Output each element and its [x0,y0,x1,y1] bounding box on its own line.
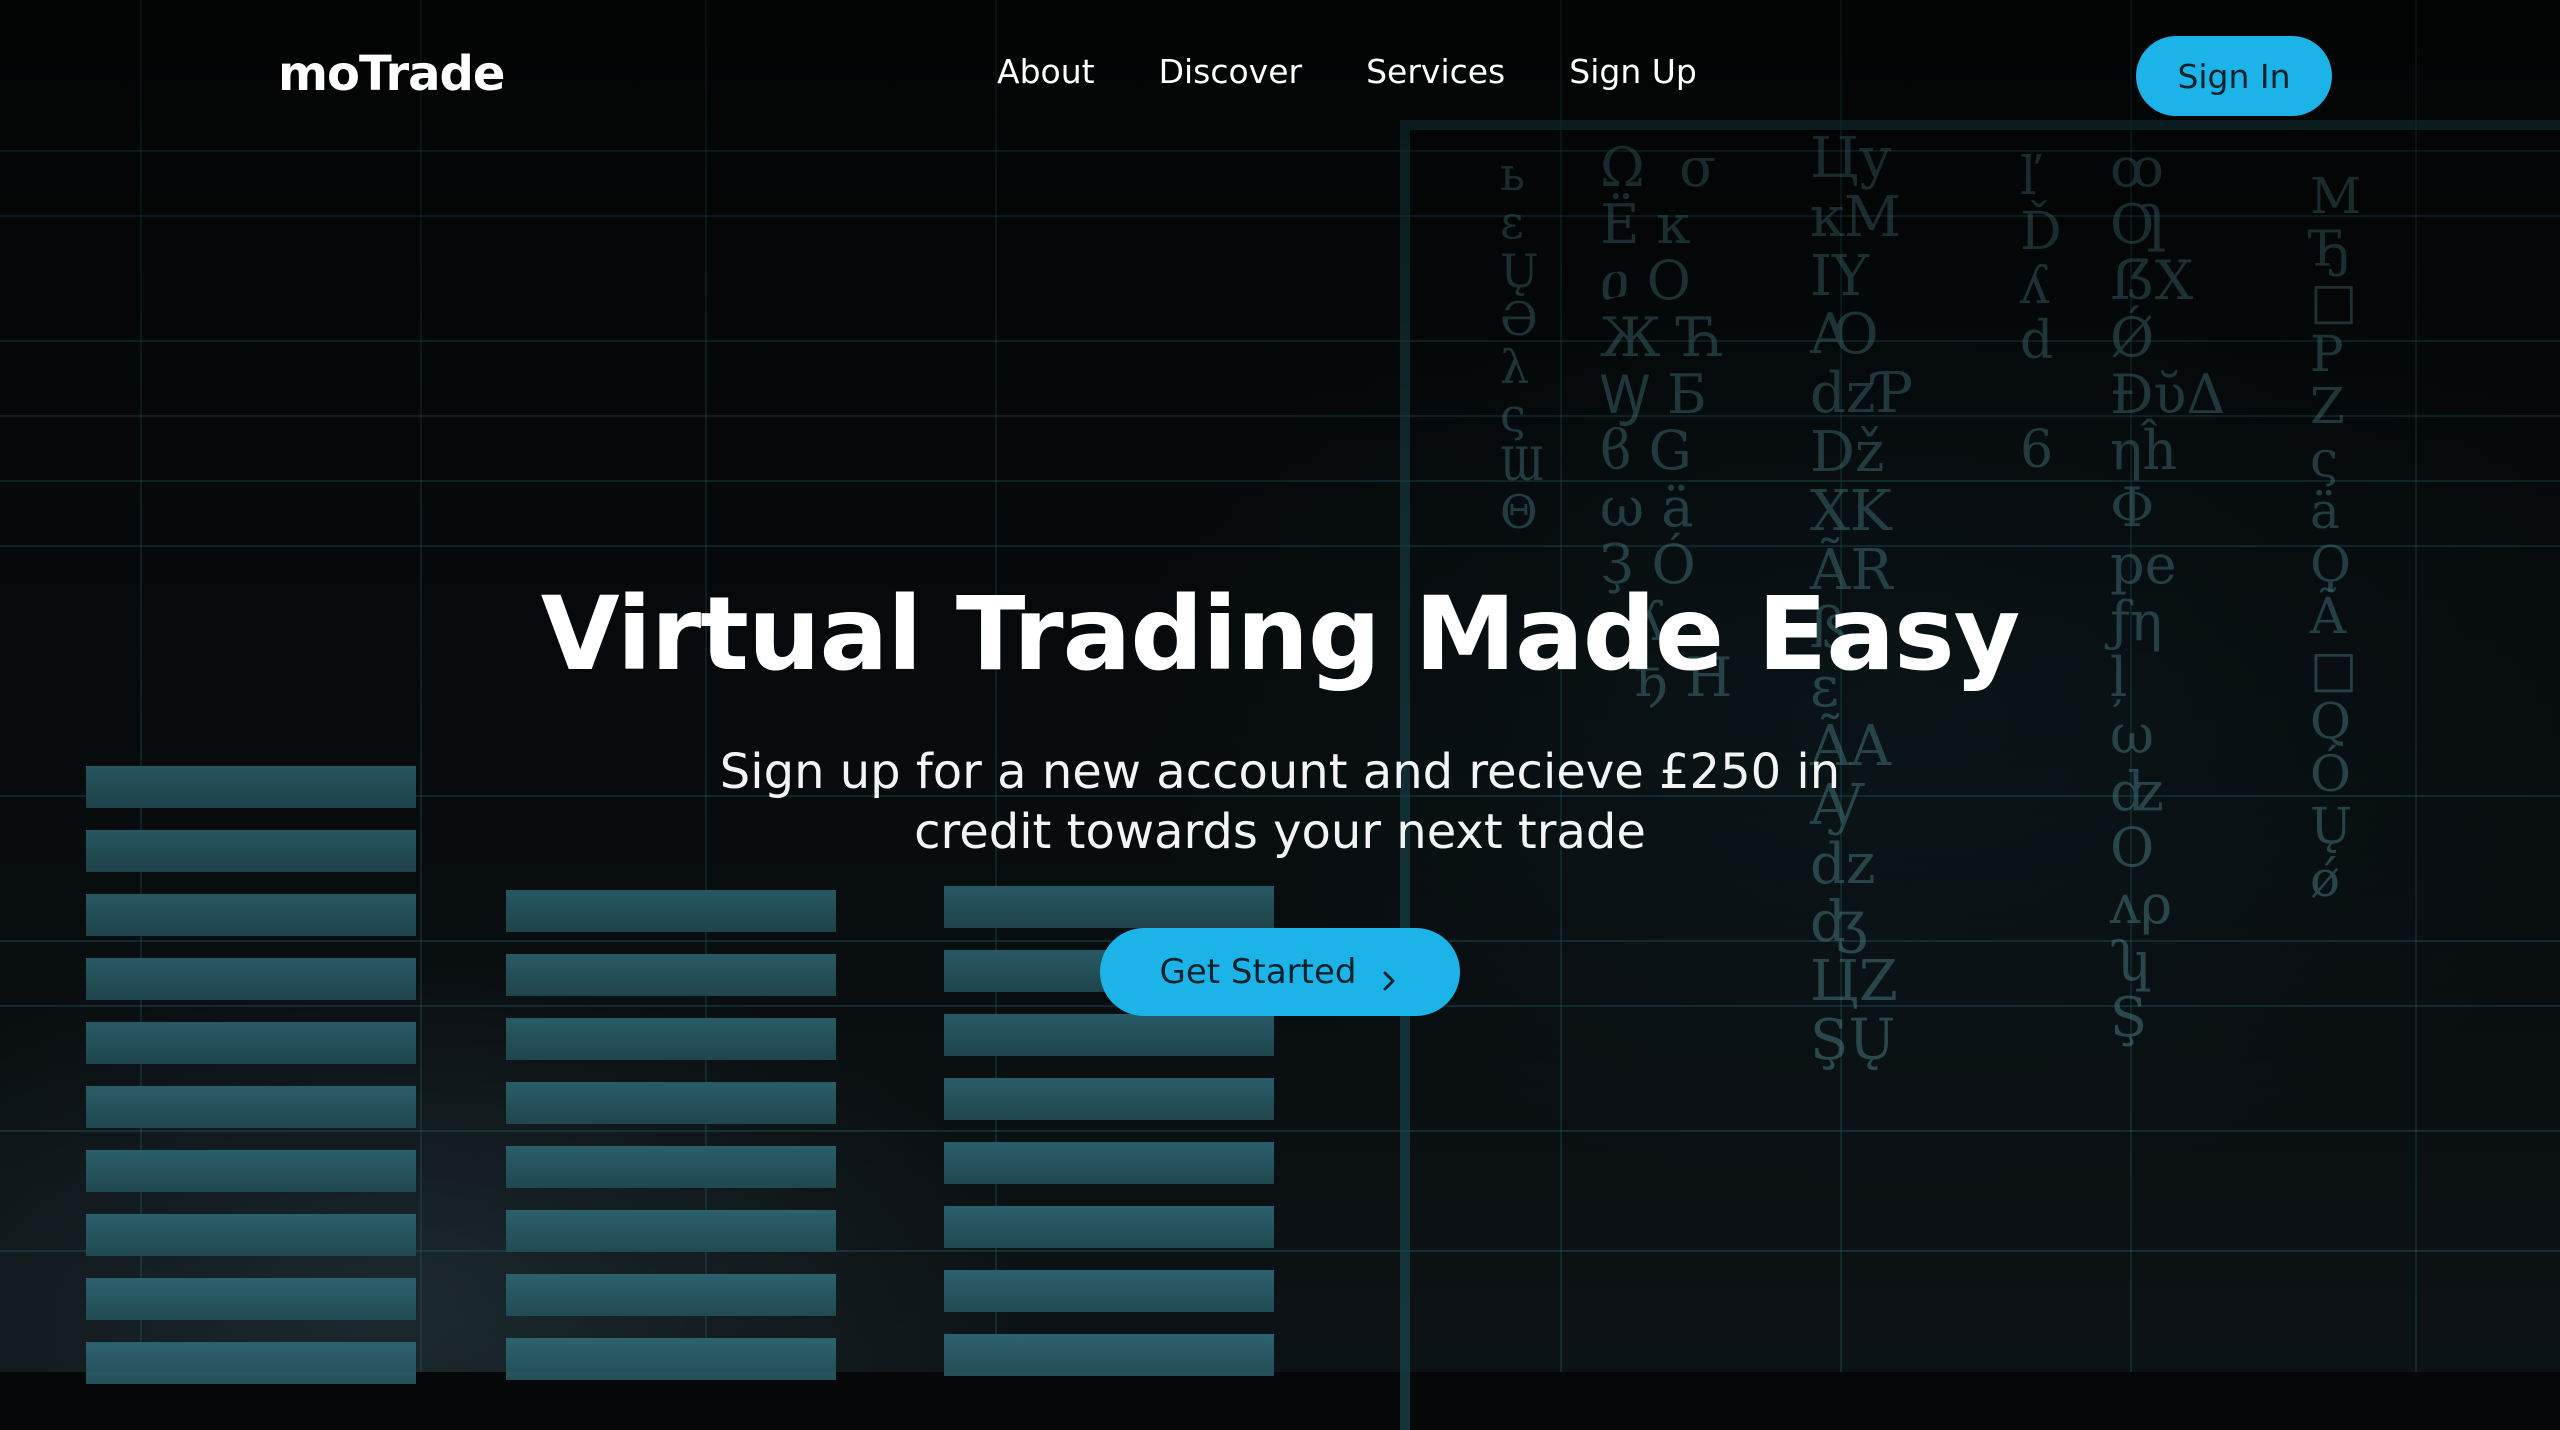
nav-link-services[interactable]: Services [1366,52,1505,91]
top-navbar: moTrade About Discover Services Sign Up … [0,0,2560,150]
sign-in-button[interactable]: Sign In [2136,36,2332,116]
hero-title: Virtual Trading Made Easy [540,575,2020,694]
chevron-right-icon [1378,961,1400,991]
hero-subtitle: Sign up for a new account and recieve £2… [719,744,1841,860]
nav-link-about[interactable]: About [997,52,1095,91]
get-started-label: Get Started [1159,952,1357,992]
main-nav: About Discover Services Sign Up [997,52,1697,91]
get-started-button[interactable]: Get Started [1100,928,1460,1016]
nav-link-sign-up[interactable]: Sign Up [1569,52,1697,91]
nav-link-discover[interactable]: Discover [1159,52,1303,91]
brand-logo[interactable]: moTrade [278,46,505,102]
